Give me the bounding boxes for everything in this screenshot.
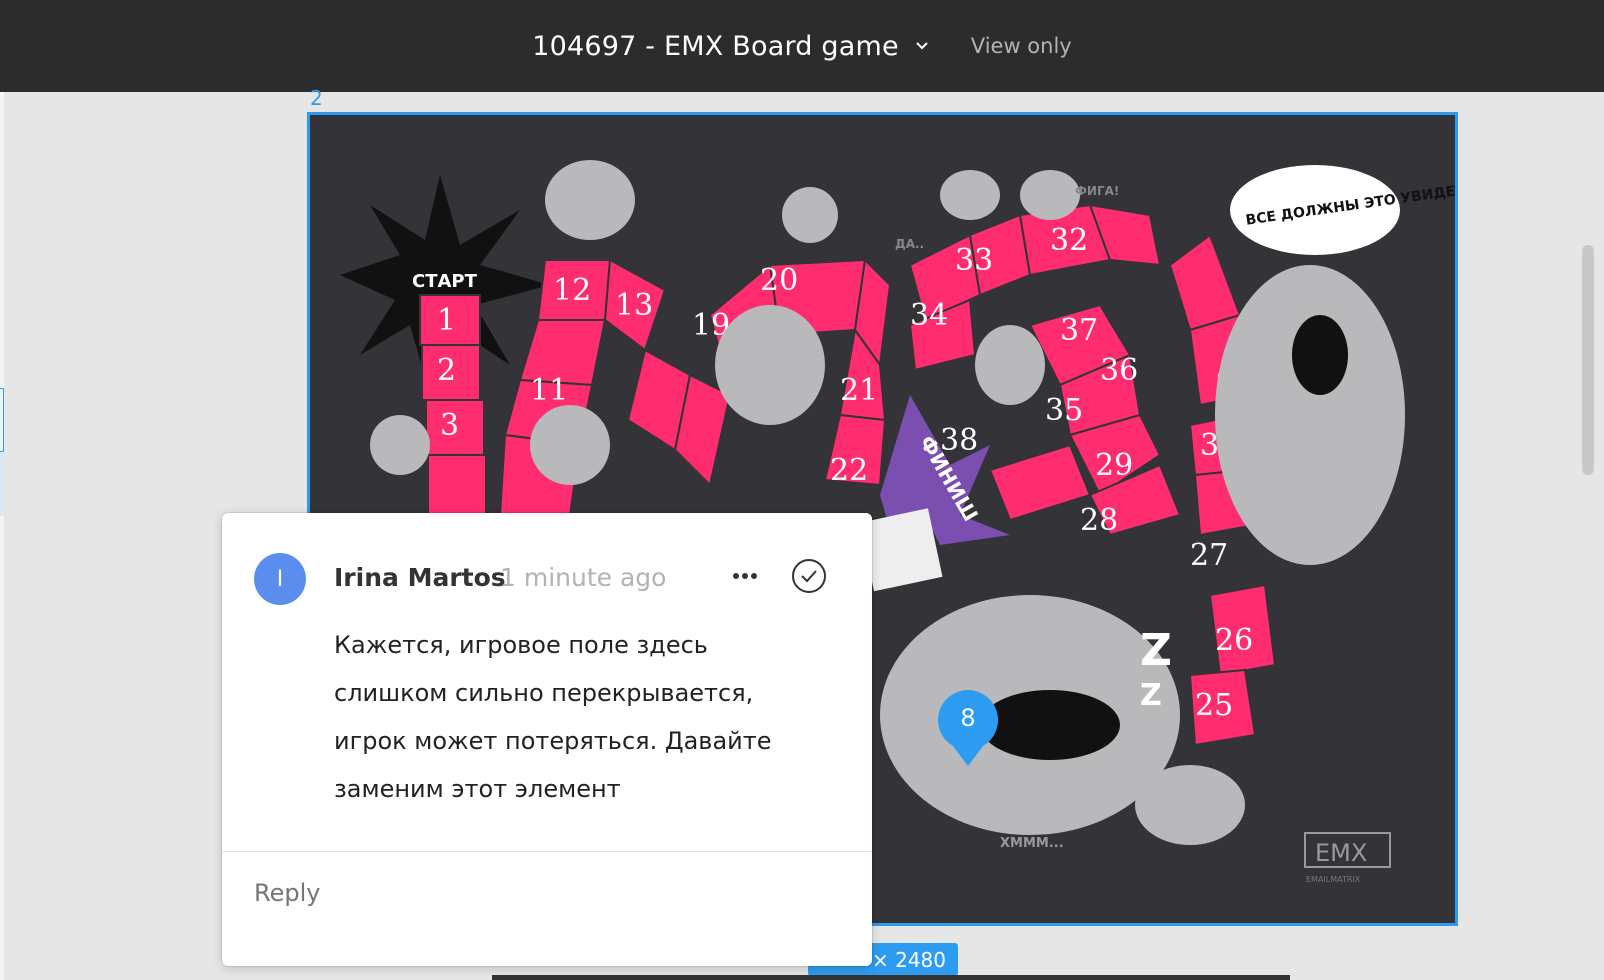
- view-mode-label: View only: [970, 34, 1072, 58]
- avatar: I: [254, 553, 306, 605]
- emx-logo: EMX: [1315, 839, 1367, 867]
- figa-label: ФИГА!: [1075, 184, 1119, 198]
- cell-number: 28: [1080, 503, 1118, 538]
- cell-number: 36: [1100, 353, 1138, 388]
- cell-number: 32: [1050, 223, 1088, 258]
- cell-number: 37: [1060, 313, 1098, 348]
- cell-number: 12: [553, 273, 591, 308]
- cell-number: 26: [1215, 623, 1253, 658]
- sleep-z: Z: [1140, 625, 1172, 676]
- comment-popup: I Irina Martos 1 minute ago Кажется, игр…: [222, 513, 872, 966]
- cell-number: 1: [437, 303, 456, 338]
- cell-number: 35: [1045, 393, 1083, 428]
- cell-number: 33: [955, 243, 993, 278]
- frame-label[interactable]: 2: [310, 86, 323, 110]
- top-bar: 104697 - EMX Board game View only: [0, 0, 1604, 92]
- cell-number: 21: [840, 373, 878, 408]
- cell-number: 11: [530, 373, 568, 408]
- left-panel-highlight: [0, 452, 4, 516]
- comment-pin-number: 8: [960, 704, 976, 732]
- emx-logo-sub: EMAILMATRIX: [1306, 875, 1361, 884]
- left-panel-selection[interactable]: [0, 388, 4, 452]
- hmm-label: ХМММ...: [1000, 836, 1064, 851]
- sleep-z: Z: [1140, 678, 1162, 713]
- file-title: 104697 - EMX Board game: [532, 30, 899, 62]
- start-label: СТАРТ: [412, 271, 478, 292]
- comment-divider: [222, 851, 872, 852]
- cell-number: 20: [760, 263, 798, 298]
- more-horizontal-icon: [733, 573, 757, 579]
- cell-number: 3: [440, 408, 459, 443]
- resolve-check-icon[interactable]: [790, 557, 828, 595]
- cell-number: 2: [437, 353, 456, 388]
- comment-body: Кажется, игровое поле здесь слишком силь…: [334, 631, 772, 803]
- vertical-scrollbar[interactable]: [1582, 245, 1594, 475]
- reply-input[interactable]: [254, 879, 814, 907]
- cell-number: 22: [830, 453, 868, 488]
- more-options-button[interactable]: [728, 559, 762, 593]
- cell-number: 34: [910, 298, 948, 333]
- comment-time: 1 minute ago: [500, 563, 667, 592]
- left-panel-edge: [0, 92, 4, 980]
- cell-number: 27: [1190, 538, 1228, 573]
- next-frame-edge: [492, 975, 1290, 980]
- da-label: ДА..: [895, 237, 924, 251]
- cell-number: 25: [1195, 688, 1233, 723]
- file-title-menu[interactable]: 104697 - EMX Board game: [532, 31, 931, 62]
- comment-author: Irina Martos: [334, 563, 506, 592]
- cell-number: 29: [1095, 448, 1133, 483]
- chevron-down-icon: [916, 42, 928, 50]
- cell-number: 13: [615, 288, 653, 323]
